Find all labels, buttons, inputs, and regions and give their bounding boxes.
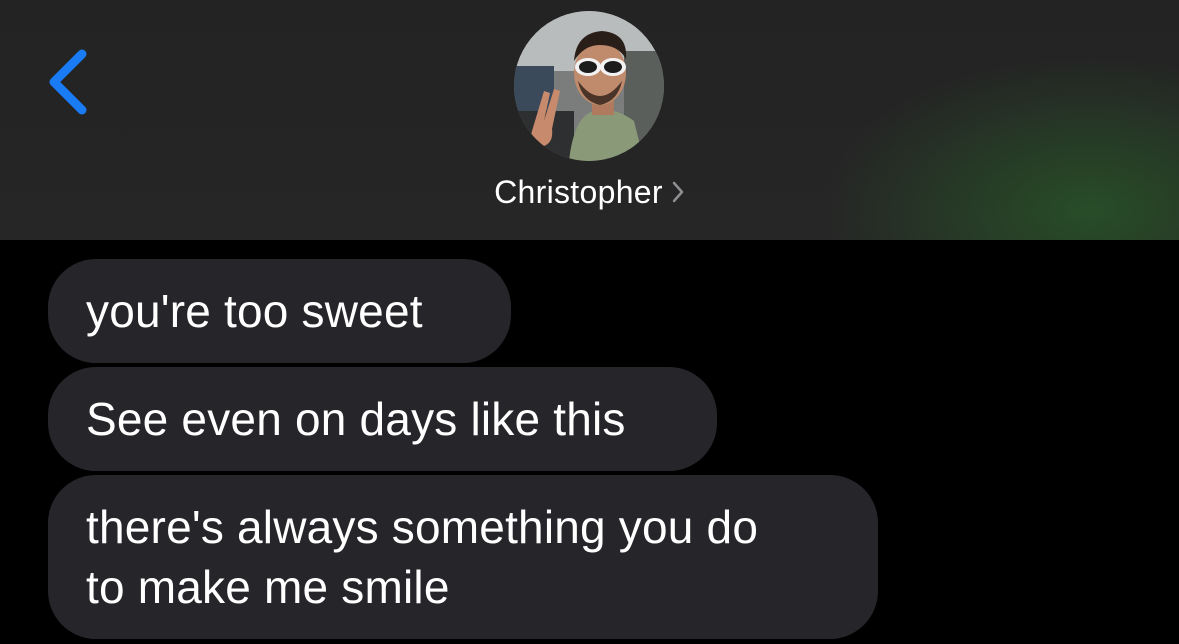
message-bubble-incoming[interactable]: See even on days like this: [48, 367, 717, 471]
conversation-header: Christopher: [0, 0, 1179, 240]
back-button[interactable]: [40, 42, 100, 122]
conversation-screen: Christopher you're too sweet See even on…: [0, 0, 1179, 644]
message-bubble-incoming[interactable]: you're too sweet: [48, 259, 511, 363]
message-list: you're too sweet See even on days like t…: [0, 240, 1179, 644]
chevron-left-icon: [49, 49, 87, 115]
contact-name: Christopher: [494, 174, 663, 210]
contact-name-row[interactable]: Christopher: [0, 174, 1179, 211]
chevron-right-icon: [672, 181, 684, 202]
contact-avatar[interactable]: [514, 11, 664, 161]
message-bubble-incoming[interactable]: there's always something you do to make …: [48, 475, 878, 639]
